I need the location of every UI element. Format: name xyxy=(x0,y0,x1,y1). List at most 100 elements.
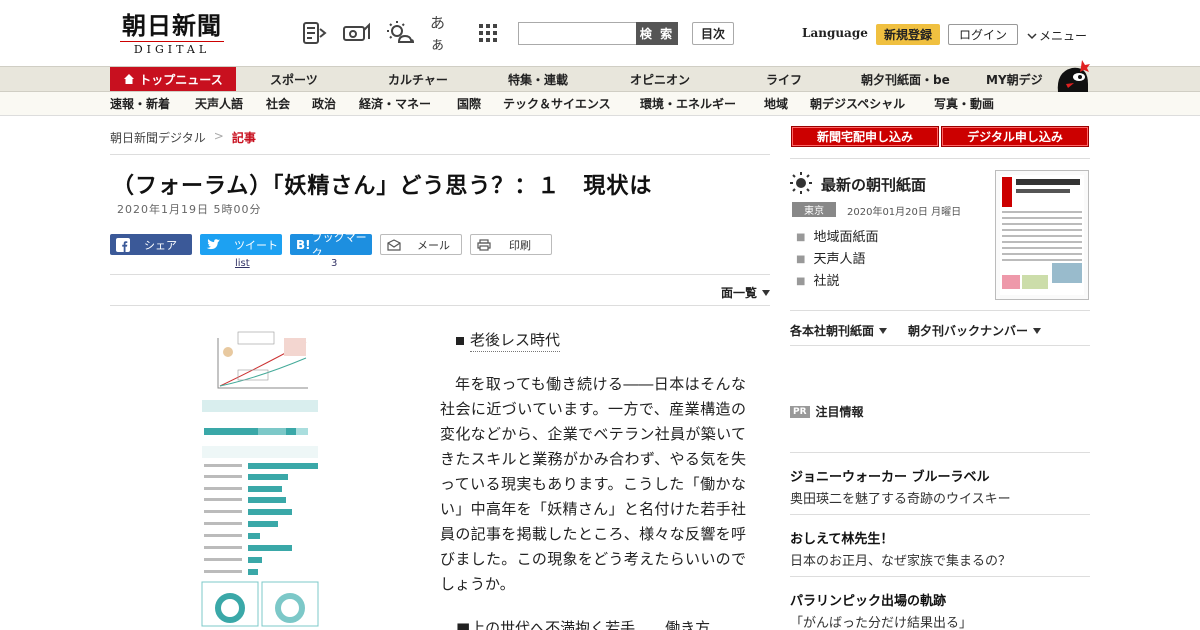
search-input[interactable] xyxy=(518,22,636,45)
login-button[interactable]: ログイン xyxy=(948,24,1018,45)
mascot-icon[interactable] xyxy=(1052,58,1092,92)
hatena-icon: B! xyxy=(296,237,311,252)
sun-icon xyxy=(790,172,812,194)
grid-icon[interactable] xyxy=(474,20,502,46)
paper-link: 地域面紙面 xyxy=(813,230,879,245)
search-button[interactable]: 検 索 xyxy=(636,22,678,45)
promo-title[interactable]: パラリンピック出場の軌跡 xyxy=(790,590,946,609)
triangle-down-icon xyxy=(762,289,771,296)
menu-label: メニュー xyxy=(1039,29,1088,43)
menu-button[interactable]: メニュー xyxy=(1027,27,1087,44)
dropdown-label: 朝夕刊バックナンバー xyxy=(908,324,1029,338)
nav-label: トップニュース xyxy=(139,72,223,87)
hatena-label: ブックマーク xyxy=(311,230,367,260)
print-label: 印刷 xyxy=(509,238,531,252)
article-infographic[interactable] xyxy=(198,328,322,628)
dropdown-label: 各本社朝刊紙面 xyxy=(790,324,875,338)
nav-sports[interactable]: スポーツ xyxy=(270,67,318,91)
nav-society[interactable]: 社会 xyxy=(266,92,290,115)
divider xyxy=(790,345,1090,346)
divider xyxy=(110,305,770,306)
breadcrumb-current: 記事 xyxy=(231,131,256,145)
mail-share-button[interactable]: メール xyxy=(380,234,462,255)
nav-opinion[interactable]: オピニオン xyxy=(630,67,690,91)
newspaper-icon[interactable] xyxy=(300,20,328,46)
paper-link: 社説 xyxy=(813,274,840,289)
paper-title[interactable]: 最新の朝刊紙面 xyxy=(821,174,926,195)
breadcrumb: 朝日新聞デジタル > 記事 xyxy=(110,129,256,146)
twitter-count[interactable]: list xyxy=(235,258,250,269)
nav-regional[interactable]: 地域 xyxy=(764,92,788,115)
nav-economy[interactable]: 経済・マネー xyxy=(359,92,431,115)
home-delivery-button[interactable]: 新聞宅配申し込み xyxy=(791,126,939,147)
hatena-bookmark-button[interactable]: B! ブックマーク xyxy=(290,231,372,260)
nav-environment[interactable]: 環境・エネルギー xyxy=(640,92,736,115)
article-subhead-2: ■上の世代へ不満抱く若手 働き方 xyxy=(456,619,711,630)
nav-life[interactable]: ライフ xyxy=(766,67,802,91)
promo-title[interactable]: おしえて林先生！ xyxy=(790,528,893,547)
nav-politics[interactable]: 政治 xyxy=(312,92,336,115)
hatena-count: 3 xyxy=(331,258,338,269)
primary-nav: トップニュース スポーツ カルチャー 特集・連載 オピニオン ライフ 朝夕刊紙面… xyxy=(0,66,1200,92)
subhead-link[interactable]: 老後レス時代 xyxy=(470,329,561,352)
divider xyxy=(790,158,1090,159)
divider xyxy=(110,154,770,155)
facebook-share-button[interactable]: シェア xyxy=(110,234,192,255)
mail-label: メール xyxy=(417,238,450,252)
divider xyxy=(110,274,770,275)
language-link[interactable]: Language xyxy=(802,26,868,40)
regional-papers-dropdown[interactable]: 各本社朝刊紙面 xyxy=(790,322,888,339)
pr-tag: PR xyxy=(790,405,810,418)
bullet-icon: ■ xyxy=(796,232,806,243)
print-icon xyxy=(477,238,491,251)
nav-my-asahi[interactable]: MY朝デジ xyxy=(986,67,1043,91)
secondary-nav: 速報・新着 天声人語 社会 政治 経済・マネー 国際 テック＆サイエンス 環境・… xyxy=(0,92,1200,116)
promo-title[interactable]: ジョニーウォーカー ブルーラベル xyxy=(790,466,990,485)
facebook-icon xyxy=(116,237,130,252)
nav-tech-science[interactable]: テック＆サイエンス xyxy=(503,92,611,115)
mail-icon xyxy=(387,238,401,251)
article-title: （フォーラム）「妖精さん」どう思う？：１ 現状は xyxy=(112,174,653,199)
list-item[interactable]: ■ 天声人語 xyxy=(796,249,878,271)
nav-tensei[interactable]: 天声人語 xyxy=(195,92,243,115)
nav-features[interactable]: 特集・連載 xyxy=(508,67,568,91)
breadcrumb-separator: > xyxy=(213,129,224,143)
signup-button[interactable]: 新規登録 xyxy=(876,24,940,45)
list-item[interactable]: ■ 地域面紙面 xyxy=(796,227,878,249)
promo-subtitle[interactable]: 「がんばった分だけ結果出る」 xyxy=(790,612,972,630)
nav-culture[interactable]: カルチャー xyxy=(388,67,448,91)
print-button[interactable]: 印刷 xyxy=(470,234,552,255)
nav-special[interactable]: 朝デジスペシャル xyxy=(810,92,905,115)
paper-thumbnail[interactable] xyxy=(995,170,1089,300)
nav-international[interactable]: 国際 xyxy=(457,92,481,115)
breadcrumb-home[interactable]: 朝日新聞デジタル xyxy=(110,129,206,146)
camera-icon[interactable] xyxy=(342,20,370,46)
paper-links: ■ 地域面紙面 ■ 天声人語 ■ 社説 xyxy=(796,227,878,293)
site-logo[interactable]: 朝日新聞 DIGITAL xyxy=(112,12,232,56)
home-icon xyxy=(124,74,135,84)
digital-subscribe-button[interactable]: デジタル申し込み xyxy=(941,126,1089,147)
weather-icon[interactable] xyxy=(386,20,414,46)
article-date: 2020年1月19日 5時00分 xyxy=(117,203,262,216)
twitter-share-button[interactable]: ツイート xyxy=(200,234,282,255)
pages-dropdown[interactable]: 面一覧 xyxy=(721,284,771,301)
square-bullet-icon xyxy=(456,336,464,345)
article-subhead: 老後レス時代 xyxy=(456,329,561,352)
text-size-icon[interactable]: あぁ xyxy=(430,14,458,53)
triangle-down-icon xyxy=(1033,327,1042,334)
bullet-icon: ■ xyxy=(796,254,806,265)
index-button[interactable]: 目次 xyxy=(692,22,734,45)
logo-english: DIGITAL xyxy=(133,43,211,56)
back-numbers-dropdown[interactable]: 朝夕刊バックナンバー xyxy=(908,322,1042,339)
promo-subtitle[interactable]: 日本のお正月、なぜ家族で集まるの？ xyxy=(790,550,1011,569)
nav-breaking[interactable]: 速報・新着 xyxy=(110,92,170,115)
paper-link: 天声人語 xyxy=(813,252,866,267)
nav-photo-video[interactable]: 写真・動画 xyxy=(934,92,994,115)
promo-subtitle[interactable]: 奥田瑛二を魅了する奇跡のウイスキー xyxy=(790,488,1011,507)
list-item[interactable]: ■ 社説 xyxy=(796,271,878,293)
twitter-icon xyxy=(206,238,220,249)
nav-print-edition[interactable]: 朝夕刊紙面・be xyxy=(861,67,950,91)
logo-rule xyxy=(120,41,224,42)
twitter-share-label: ツイート xyxy=(234,238,278,252)
nav-top-news[interactable]: トップニュース xyxy=(110,67,236,91)
